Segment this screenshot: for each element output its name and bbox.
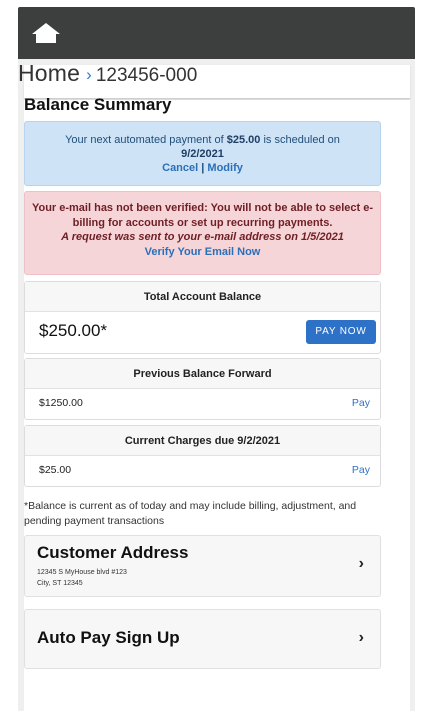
home-icon[interactable]: [31, 21, 61, 45]
cancel-autopay-link[interactable]: Cancel: [162, 162, 198, 174]
total-balance-heading: Total Account Balance: [25, 282, 380, 312]
autopay-alert-middle: is scheduled on: [260, 134, 340, 146]
breadcrumb-home[interactable]: Home: [18, 60, 80, 86]
email-verification-alert: Your e-mail has not been verified: You w…: [24, 191, 381, 275]
previous-balance-pay-link[interactable]: Pay: [352, 397, 370, 409]
balance-summary-title: Balance Summary: [24, 95, 172, 114]
auto-pay-signup-title: Auto Pay Sign Up: [37, 628, 180, 647]
address-line-1: 12345 S MyHouse blvd #123: [37, 569, 127, 576]
autopay-date: 9/2/2021: [181, 148, 224, 160]
breadcrumb-separator: ›: [86, 65, 92, 84]
autopay-amount: $25.00: [226, 134, 261, 146]
chevron-right-icon: ›: [358, 629, 364, 646]
current-charges-amount: $25.00: [39, 464, 72, 476]
customer-address-card[interactable]: Customer Address 12345 S MyHouse blvd #1…: [24, 535, 381, 597]
total-balance-amount: $250.00*: [39, 321, 108, 340]
autopay-alert: Your next automated payment of $25.00 is…: [24, 121, 381, 186]
current-charges-card: Current Charges due 9/2/2021 $25.00 Pay: [24, 425, 381, 487]
verify-email-link[interactable]: Verify Your Email Now: [25, 245, 380, 260]
total-balance-card: Total Account Balance $250.00* PAY NOW: [24, 281, 381, 354]
breadcrumb: Home › 123456-000: [18, 60, 197, 87]
email-alert-message: Your e-mail has not been verified: You w…: [31, 202, 374, 229]
email-alert-request-note: A request was sent to your e-mail addres…: [61, 231, 344, 243]
top-bar: [18, 7, 415, 59]
pay-now-button[interactable]: PAY NOW: [306, 320, 376, 344]
autopay-alert-prefix: Your next automated payment of: [65, 134, 227, 146]
address-line-2: City, ST 12345: [37, 580, 83, 587]
chevron-right-icon: ›: [358, 555, 364, 572]
auto-pay-signup-card[interactable]: Auto Pay Sign Up ›: [24, 609, 381, 669]
breadcrumb-account: 123456-000: [95, 65, 198, 86]
previous-balance-heading: Previous Balance Forward: [25, 359, 380, 389]
previous-balance-amount: $1250.00: [39, 397, 83, 409]
previous-balance-card: Previous Balance Forward $1250.00 Pay: [24, 358, 381, 420]
balance-footnote: *Balance is current as of today and may …: [24, 500, 357, 527]
current-charges-pay-link[interactable]: Pay: [352, 464, 370, 476]
modify-autopay-link[interactable]: Modify: [207, 162, 242, 174]
customer-address-title: Customer Address: [37, 543, 189, 562]
current-charges-heading: Current Charges due 9/2/2021: [25, 426, 380, 456]
